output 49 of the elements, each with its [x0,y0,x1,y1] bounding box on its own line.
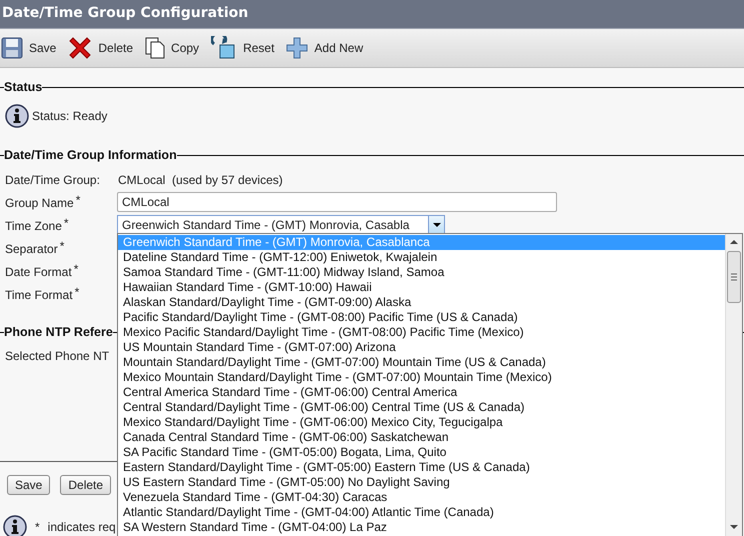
time-zone-option[interactable]: Eastern Standard/Daylight Time - (GMT-05:00) Eastern Time (US & Canada) [118,460,725,475]
delete-button[interactable]: Delete [60,475,112,495]
reset-button[interactable]: Reset [211,36,274,60]
time-zone-option[interactable]: Mexico Mountain Standard/Daylight Time - (GMT-07:00) Mountain Time (Mexico) [118,370,725,385]
reset-cube-icon [211,36,238,60]
scroll-down-icon[interactable] [730,525,738,529]
save-button[interactable]: Save [7,475,50,495]
copy-button[interactable]: Copy [145,37,200,59]
time-zone-option[interactable]: Mexico Pacific Standard/Daylight Time - (GMT-08:00) Pacific Time (Mexico) [118,325,725,340]
time-zone-option[interactable]: Pacific Standard/Daylight Time - (GMT-08:00) Pacific Time (US & Canada) [118,310,725,325]
info-icon [5,104,29,128]
field-label: Date/Time Group: [4,172,101,186]
time-zone-option[interactable]: Atlantic Standard/Daylight Time - (GMT-04:00) Atlantic Time (Canada) [118,505,725,520]
scrollbar[interactable] [725,234,742,536]
time-zone-option[interactable]: Central America Standard Time - (GMT-06:00) Central America [118,385,725,400]
add-new-button[interactable]: Add New [286,37,364,59]
ntp-label: Selected Phone NT [5,349,110,363]
time-zone-option[interactable]: Samoa Standard Time - (GMT-11:00) Midway Island, Samoa [118,265,725,280]
group-name-field[interactable]: CMLocal [117,192,557,212]
info-icon [3,515,27,536]
time-zone-option[interactable]: Alaskan Standard/Daylight Time - (GMT-09:00) Alaska [118,295,725,310]
time-zone-option[interactable]: US Mountain Standard Time - (GMT-07:00) Arizona [118,340,725,355]
copy-icon [145,37,166,59]
time-zone-option[interactable]: SA Western Standard Time - (GMT-04:00) La Paz [118,520,725,535]
required-note: indicates req [48,520,116,534]
delete-button[interactable]: Delete [68,36,134,60]
section-legend: Status [4,80,42,94]
time-zone-option[interactable]: Hawaiian Standard Time - (GMT-10:00) Hawaii [118,280,725,295]
required-mark: * [35,520,40,534]
time-zone-dropdown[interactable]: Greenwich Standard Time - (GMT) Monrovia, Casabla [117,215,445,234]
scroll-up-icon[interactable] [730,240,738,244]
plus-icon [286,37,308,59]
time-zone-option[interactable]: US Eastern Standard Time - (GMT-05:00) No Daylight Saving [118,475,725,490]
section-legend: Phone NTP Refere [4,325,113,339]
time-zone-option[interactable]: Mexico Standard/Daylight Time - (GMT-06:00) Mexico City, Tegucigalpa [118,415,725,430]
time-zone-option[interactable]: Central Standard/Daylight Time - (GMT-06:00) Central Time (US & Canada) [118,400,725,415]
save-button[interactable]: Save [1,37,56,59]
status-text: Status: Ready [32,109,108,123]
section-legend: Date/Time Group Information [4,148,177,162]
time-zone-option[interactable]: Canada Central Standard Time - (GMT-06:00) Saskatchewan [118,430,725,445]
caret-icon [432,222,440,226]
page-title: Date/Time Group Configuration [1,4,250,23]
time-zone-option[interactable]: Dateline Standard Time - (GMT-12:00) Eniwetok, Kwajalein [118,250,725,265]
time-zone-option[interactable]: Venezuela Standard Time - (GMT-04:30) Caracas [118,490,725,505]
delete-x-icon [68,36,92,60]
time-zone-option[interactable]: Mountain Standard/Daylight Time - (GMT-07:00) Mountain Time (US & Canada) [118,355,725,370]
scroll-thumb[interactable] [727,251,741,303]
time-zone-option[interactable]: SA Pacific Standard Time - (GMT-05:00) Bogata, Lima, Quito [118,445,725,460]
group-value: CMLocal (used by 57 devices) [117,172,283,186]
